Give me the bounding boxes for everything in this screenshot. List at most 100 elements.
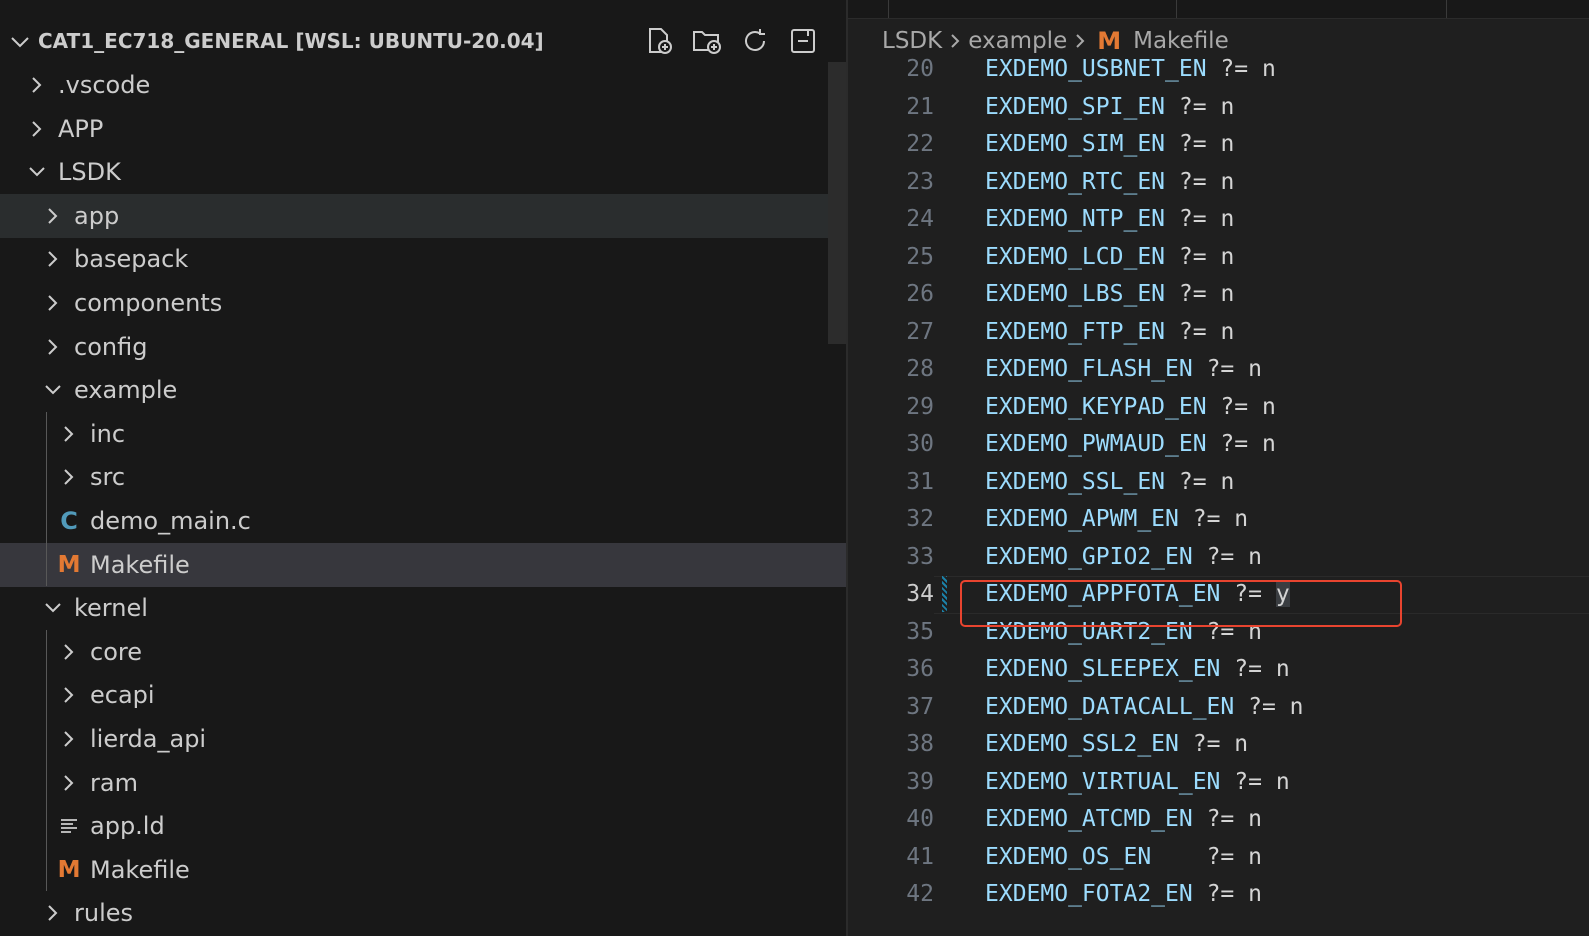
tree-item-kernel[interactable]: kernel xyxy=(0,586,848,630)
code-line[interactable]: 37 EXDEMO_DATACALL_EN ?= n xyxy=(848,688,1589,726)
code-line[interactable]: 30 EXDEMO_PWMAUD_EN ?= n xyxy=(848,425,1589,463)
line-number: 34 xyxy=(906,581,934,607)
chevron-down-icon[interactable] xyxy=(8,30,32,54)
makefile-value: n xyxy=(1261,56,1276,82)
code-line[interactable]: 26 EXDEMO_LBS_EN ?= n xyxy=(848,275,1589,313)
tree-item-demo-main-c[interactable]: Cdemo_main.c xyxy=(0,499,848,543)
explorer-actions xyxy=(642,24,820,58)
code-line[interactable]: 25 EXDEMO_LCD_EN ?= n xyxy=(848,238,1589,276)
tree-item-label: kernel xyxy=(74,594,148,623)
code-text: EXDEMO_DATACALL_EN ?= n xyxy=(985,688,1304,726)
code-text: EXDEMO_KEYPAD_EN ?= n xyxy=(985,388,1276,426)
tree-item-components[interactable]: components xyxy=(0,281,848,325)
code-line[interactable]: 24 EXDEMO_NTP_EN ?= n xyxy=(848,200,1589,238)
code-line[interactable]: 29 EXDEMO_KEYPAD_EN ?= n xyxy=(848,388,1589,426)
code-line[interactable]: 31 EXDEMO_SSL_EN ?= n xyxy=(848,463,1589,501)
line-number: 24 xyxy=(906,206,934,232)
tree-item-vscode[interactable]: .vscode xyxy=(0,63,848,107)
code-line[interactable]: 38 EXDEMO_SSL2_EN ?= n xyxy=(848,725,1589,763)
code-line[interactable]: 28 EXDEMO_FLASH_EN ?= n xyxy=(848,350,1589,388)
workspace-title[interactable]: CAT1_EC718_GENERAL [WSL: UBUNTU-20.04] xyxy=(38,29,544,53)
assign-operator: ?= xyxy=(1206,543,1235,570)
tree-item-basepack[interactable]: basepack xyxy=(0,237,848,281)
tree-item-core[interactable]: core xyxy=(0,630,848,674)
line-number: 30 xyxy=(906,431,934,457)
makefile-value: n xyxy=(1261,431,1276,457)
code-line[interactable]: 20 EXDEMO_USBNET_EN ?= n xyxy=(848,50,1589,88)
line-number: 20 xyxy=(906,56,934,82)
makefile-value: n xyxy=(1248,543,1262,570)
tree-item-lierda-api[interactable]: lierda_api xyxy=(0,717,848,761)
makefile-value: n xyxy=(1275,768,1290,795)
code-line[interactable]: 32 EXDEMO_APWM_EN ?= n xyxy=(848,500,1589,538)
tree-item-app-ld[interactable]: app.ld xyxy=(0,804,848,848)
makefile-variable: EXDEMO_OS_EN xyxy=(985,843,1152,870)
line-number: 31 xyxy=(906,468,934,495)
chevron-right-icon xyxy=(58,423,80,445)
chevron-right-icon xyxy=(58,466,80,488)
makefile-variable: EXDENO_SLEEPEX_EN xyxy=(985,656,1221,682)
code-line[interactable]: 21 EXDEMO_SPI_EN ?= n xyxy=(848,88,1589,126)
refresh-icon[interactable] xyxy=(738,24,772,58)
tree-item-lsdk[interactable]: LSDK xyxy=(0,150,848,194)
tree-item-label: Makefile xyxy=(90,550,190,579)
code-line[interactable]: 23 EXDEMO_RTC_EN ?= n xyxy=(848,163,1589,201)
assign-operator: ?= xyxy=(1178,93,1207,120)
line-number: 41 xyxy=(906,843,934,870)
tree-item-label: example xyxy=(74,376,178,405)
assign-operator: ?= xyxy=(1178,243,1207,270)
tree-item-label: ram xyxy=(90,768,138,797)
tree-item-app[interactable]: app xyxy=(0,193,848,238)
explorer-scrollbar[interactable] xyxy=(828,62,846,344)
editor-panel: LSDK example M Makefile 20 EXDEMO_USBNET_… xyxy=(848,0,1589,936)
new-file-icon[interactable] xyxy=(642,24,676,58)
makefile-value: n xyxy=(1248,356,1262,382)
code-line[interactable]: 42 EXDEMO_FOTA2_EN ?= n xyxy=(848,875,1589,913)
line-number: 42 xyxy=(906,881,934,907)
tree-item-makefile[interactable]: M Makefile xyxy=(0,542,848,587)
tree-item-ecapi[interactable]: ecapi xyxy=(0,673,848,717)
makefile-value: n xyxy=(1220,131,1235,157)
tree-item-label: Makefile xyxy=(90,855,190,884)
code-line[interactable]: 36 EXDENO_SLEEPEX_EN ?= n xyxy=(848,650,1589,688)
tree-item-label: basepack xyxy=(74,245,189,274)
code-line[interactable]: 27 EXDEMO_FTP_EN ?= n xyxy=(848,313,1589,351)
code-text: EXDEMO_LCD_EN ?= n xyxy=(985,238,1234,276)
tree-item-makefile[interactable]: M Makefile xyxy=(0,848,848,892)
code-line[interactable]: 22 EXDEMO_SIM_EN ?= n xyxy=(848,125,1589,163)
tree-item-example[interactable]: example xyxy=(0,368,848,412)
collapse-all-icon[interactable] xyxy=(786,24,820,58)
code-text: EXDEMO_APWM_EN ?= n xyxy=(985,500,1248,538)
code-line[interactable]: 33 EXDEMO_GPIO2_EN ?= n xyxy=(848,538,1589,576)
assign-operator: ?= xyxy=(1206,881,1235,907)
tree-item-inc[interactable]: inc xyxy=(0,412,848,456)
tree-item-label: .vscode xyxy=(58,71,151,99)
code-line[interactable]: 40 EXDEMO_ATCMD_EN ?= n xyxy=(848,800,1589,838)
code-text: EXDEMO_PWMAUD_EN ?= n xyxy=(985,425,1276,463)
tree-item-config[interactable]: config xyxy=(0,325,848,369)
makefile-value: n xyxy=(1275,656,1290,682)
indent-guide xyxy=(46,629,47,892)
tree-item-app[interactable]: APP xyxy=(0,107,848,151)
new-folder-icon[interactable] xyxy=(690,24,724,58)
makefile-variable: EXDEMO_LBS_EN xyxy=(985,281,1166,307)
makefile-variable: EXDEMO_SPI_EN xyxy=(985,93,1166,120)
tree-item-ram[interactable]: ram xyxy=(0,761,848,805)
code-line[interactable]: 41 EXDEMO_OS_EN ?= n xyxy=(848,838,1589,876)
tree-item-src[interactable]: src xyxy=(0,455,848,499)
code-line[interactable]: 39 EXDEMO_VIRTUAL_EN ?= n xyxy=(848,763,1589,801)
code-text: EXDEMO_NTP_EN ?= n xyxy=(985,200,1234,238)
text-file-icon xyxy=(58,815,80,837)
tree-item-label: LSDK xyxy=(58,158,121,187)
tab-separator xyxy=(1176,0,1177,18)
line-number: 25 xyxy=(906,243,934,270)
line-number: 33 xyxy=(906,543,934,570)
explorer-panel: CAT1_EC718_GENERAL [WSL: UBUNTU-20.04] .… xyxy=(0,0,848,936)
tree-item-rules[interactable]: rules xyxy=(0,891,848,935)
line-number: 39 xyxy=(906,768,934,795)
explorer-header[interactable]: CAT1_EC718_GENERAL [WSL: UBUNTU-20.04] xyxy=(0,18,848,66)
